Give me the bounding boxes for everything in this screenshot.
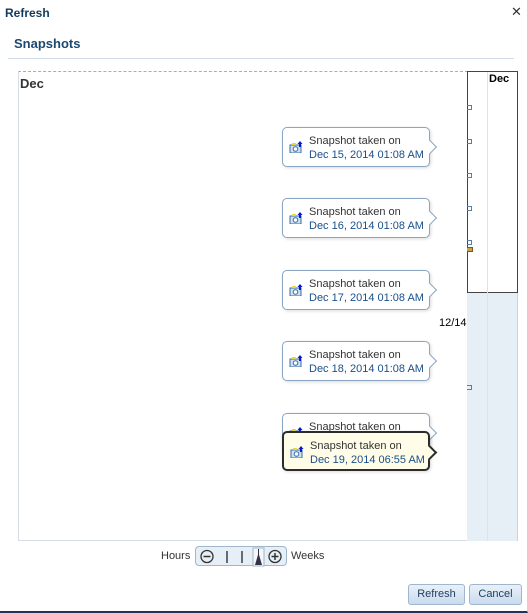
- overview-marker: [467, 240, 472, 245]
- camera-icon: [289, 212, 303, 224]
- overview-marker: [467, 206, 472, 211]
- cancel-button[interactable]: Cancel: [469, 584, 522, 605]
- event-label: Snapshot taken on: [309, 278, 401, 290]
- event-label: Snapshot taken on: [309, 135, 401, 147]
- event-date: Dec 16, 2014 01:08 AM: [309, 220, 424, 232]
- zoom-max-label: Weeks: [291, 550, 325, 562]
- event-date: Dec 19, 2014 06:55 AM: [310, 454, 425, 466]
- divider: [8, 58, 514, 59]
- event-label: Snapshot taken on: [310, 440, 402, 452]
- section-title: Snapshots: [14, 36, 81, 51]
- zoom-slider[interactable]: [195, 546, 287, 567]
- snapshot-event[interactable]: Snapshot taken on Dec 17, 2014 01:08 AM: [282, 270, 430, 310]
- zoom-out-icon[interactable]: [200, 549, 214, 564]
- event-date: Dec 18, 2014 01:08 AM: [309, 363, 424, 375]
- overview-marker-selected: [467, 247, 473, 252]
- overview-marker: [467, 173, 472, 178]
- event-date: Dec 17, 2014 01:08 AM: [309, 292, 424, 304]
- overview-marker: [467, 139, 472, 144]
- timeline-month-label: Dec: [20, 76, 44, 91]
- zoom-thumb[interactable]: [252, 547, 265, 567]
- event-label: Snapshot taken on: [309, 206, 401, 218]
- overview-divider: [487, 72, 488, 541]
- snapshot-event[interactable]: Snapshot taken on Dec 16, 2014 01:08 AM: [282, 198, 430, 238]
- refresh-button[interactable]: Refresh: [408, 584, 465, 605]
- overview-marker: [467, 105, 472, 110]
- event-label: Snapshot taken on: [309, 349, 401, 361]
- zoom-in-icon[interactable]: [268, 549, 282, 564]
- close-icon[interactable]: ✕: [511, 4, 522, 20]
- camera-icon: [289, 284, 303, 296]
- event-date: Dec 15, 2014 01:08 AM: [309, 149, 424, 161]
- dialog-title: Refresh: [5, 6, 50, 20]
- zoom-min-label: Hours: [161, 550, 191, 562]
- snapshot-event[interactable]: Snapshot taken on Dec 15, 2014 01:08 AM: [282, 127, 430, 167]
- timeline-date-label: 12/14: [439, 317, 467, 329]
- snapshot-event[interactable]: Snapshot taken on Dec 18, 2014 01:08 AM: [282, 341, 430, 381]
- camera-icon: [289, 141, 303, 153]
- camera-icon: [290, 446, 304, 458]
- overview-marker: [467, 385, 472, 390]
- overview-window[interactable]: [467, 71, 518, 293]
- overview-month-label: Dec: [489, 73, 510, 85]
- camera-icon: [289, 355, 303, 367]
- snapshot-event-selected[interactable]: Snapshot taken on Dec 19, 2014 06:55 AM: [282, 431, 430, 471]
